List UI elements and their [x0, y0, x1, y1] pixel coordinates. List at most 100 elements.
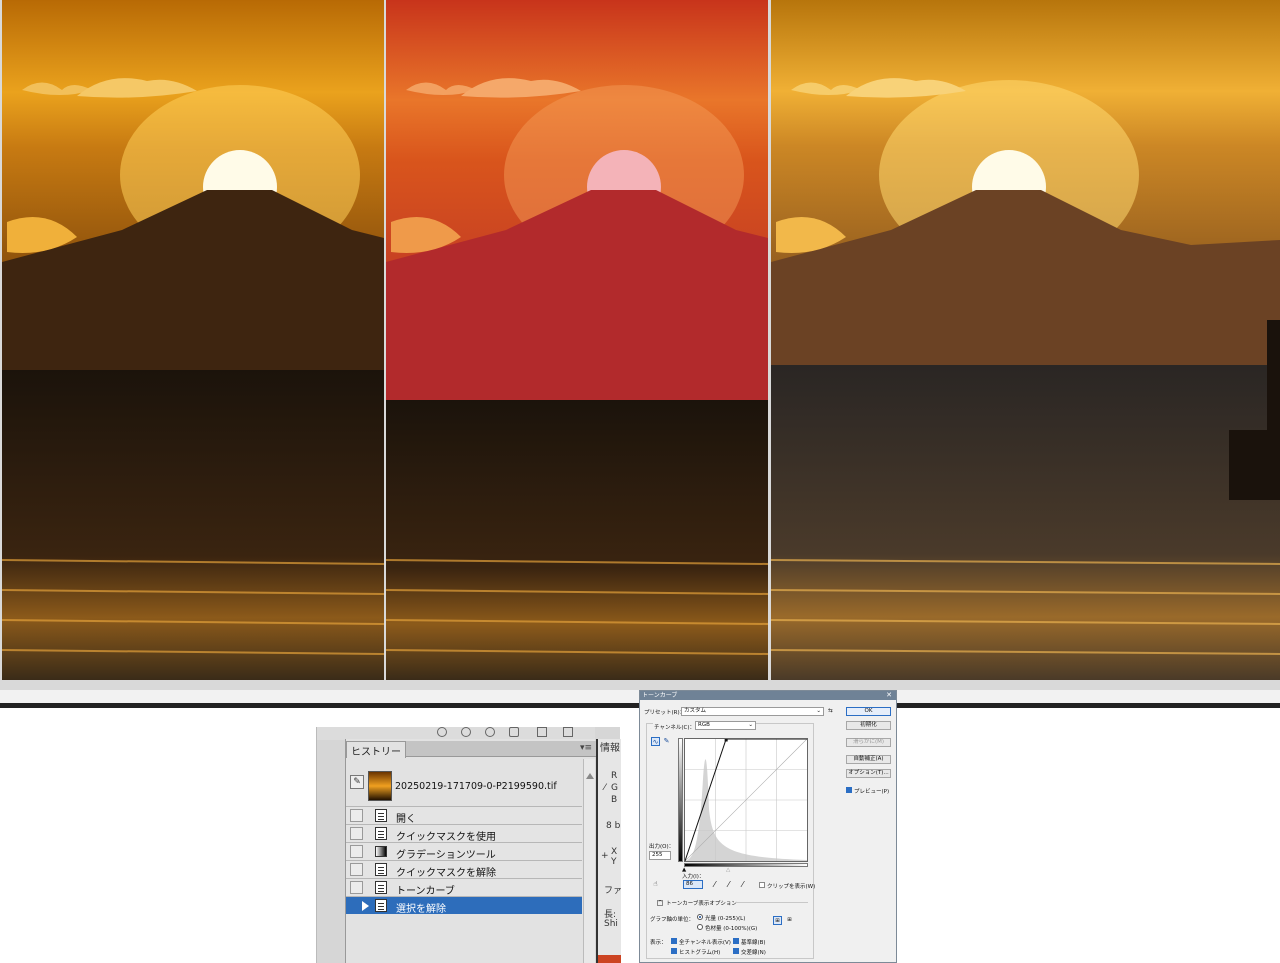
history-brush-icon[interactable]: ✎: [350, 775, 364, 789]
radio-light[interactable]: [697, 914, 703, 920]
current-state-marker-icon: [362, 901, 369, 911]
preset-value: カスタム: [684, 708, 707, 714]
dialog-title-bar: トーンカーブ ✕: [640, 691, 896, 700]
close-icon[interactable]: ✕: [886, 691, 892, 700]
snapshot-thumbnail: [368, 771, 392, 801]
preview-checkbox[interactable]: [846, 787, 852, 793]
smooth-button[interactable]: 滑らかに(M): [846, 738, 891, 747]
black-eyedropper-icon[interactable]: ⁄: [714, 880, 721, 889]
histogram-checkbox[interactable]: [671, 948, 677, 954]
panel-bottom-strip: [598, 955, 621, 963]
photo-comparison-strip: [0, 0, 1280, 690]
tab-history[interactable]: ヒストリー: [346, 741, 406, 758]
history-brush-source-checkbox[interactable]: [350, 827, 363, 840]
document-icon: [375, 827, 387, 840]
channel-value: RGB: [698, 722, 710, 728]
history-item-exit-quick-mask[interactable]: クイックマスクを解除: [346, 860, 582, 879]
dialog-title: トーンカーブ: [642, 692, 678, 699]
gray-eyedropper-icon[interactable]: ⁄: [728, 880, 735, 889]
preset-select[interactable]: カスタム ⌄: [681, 707, 824, 716]
history-brush-source-checkbox[interactable]: [350, 845, 363, 858]
tone-curve-graph[interactable]: [684, 738, 808, 862]
input-field[interactable]: 86: [683, 880, 703, 889]
white-eyedropper-icon[interactable]: ⁄: [742, 880, 749, 889]
history-panel: ヒストリー ▾≡ ✎ 20250219-171709-0-P2199590.ti…: [316, 727, 621, 963]
grid-simple-icon[interactable]: ⊞: [773, 916, 782, 925]
photo-quick-mask-gradient: [386, 0, 768, 680]
history-item-use-quick-mask[interactable]: クイックマスクを使用: [346, 824, 582, 843]
output-gradient-bar: [678, 738, 683, 862]
output-label: 出力(O)：: [649, 844, 675, 850]
info-shift: Shi: [604, 919, 618, 929]
history-item-tone-curve[interactable]: トーンカーブ: [346, 878, 582, 897]
tab-info[interactable]: 情報: [600, 739, 620, 754]
channel-select[interactable]: RGB ⌄: [695, 721, 756, 730]
trash-icon[interactable]: [563, 727, 573, 737]
circle-outline-icon[interactable]: [485, 727, 495, 737]
history-list-area: ヒストリー ▾≡ ✎ 20250219-171709-0-P2199590.ti…: [345, 739, 596, 963]
curve-point[interactable]: [724, 739, 728, 742]
hand-adjust-icon[interactable]: ☝: [651, 880, 660, 889]
info-y: Y: [611, 857, 617, 867]
info-panel: 情報 R ⁄ G B 8 b + X Y ファ 長: Shi: [596, 739, 621, 963]
channel-overlay-label: 全チャンネル表示(V): [679, 940, 731, 946]
history-brush-source-checkbox[interactable]: [350, 881, 363, 894]
eyedropper-icon: ⁄: [604, 783, 606, 793]
channel-overlay-checkbox[interactable]: [671, 938, 677, 944]
new-document-icon[interactable]: [537, 727, 547, 737]
options-button[interactable]: オプション(T)...: [846, 769, 891, 778]
ok-button[interactable]: OK: [846, 707, 891, 716]
radio-pigment[interactable]: [697, 924, 703, 930]
tone-curve-dialog: トーンカーブ ✕ プリセット(R)： カスタム ⌄ ⇆ OK 初期化 滑らかに(…: [639, 690, 897, 963]
channel-label: チャンネル(C)：: [653, 723, 696, 731]
reset-button[interactable]: 初期化: [846, 721, 891, 730]
shape-icon[interactable]: [509, 727, 519, 737]
curve-point-tool-icon[interactable]: ∿: [651, 737, 660, 746]
info-file: ファ: [604, 886, 621, 896]
output-field[interactable]: 255: [649, 851, 671, 860]
preset-label: プリセット(R)：: [644, 710, 686, 716]
chevron-down-icon: ⌄: [748, 722, 753, 728]
preview-label: プレビュー(P): [854, 789, 890, 795]
white-point-slider-icon[interactable]: △: [726, 867, 730, 873]
history-brush-source-checkbox[interactable]: [350, 863, 363, 876]
baseline-checkbox[interactable]: [733, 938, 739, 944]
document-icon: [375, 863, 387, 876]
chevron-down-icon: ⌄: [816, 708, 821, 714]
panel-menu-icon[interactable]: ▾≡: [580, 743, 592, 753]
scroll-up-arrow-icon[interactable]: [586, 773, 594, 779]
panel-tab-bar: ヒストリー ▾≡: [346, 741, 596, 758]
document-icon: [375, 809, 387, 822]
circle-outline-icon[interactable]: [461, 727, 471, 737]
gradient-icon: [375, 846, 387, 857]
grid-detailed-icon[interactable]: ⊞: [785, 916, 794, 925]
collapse-toggle-icon[interactable]: ^: [657, 900, 663, 906]
info-r: R: [611, 771, 618, 781]
photo-tone-curve-result: [771, 0, 1280, 680]
input-label: 入力(I)：: [682, 874, 705, 880]
pencil-icon[interactable]: ✎: [662, 737, 671, 746]
snapshot-label: 20250219-171709-0-P2199590.tif: [395, 781, 557, 792]
document-icon: [375, 899, 387, 912]
history-item-open[interactable]: 開く: [346, 806, 582, 825]
history-item-label: グラデーションツール: [396, 850, 496, 861]
history-item-label: トーンカーブ: [396, 886, 455, 897]
divider: [735, 902, 808, 903]
history-scrollbar[interactable]: [583, 759, 595, 963]
radio-light-label: 光量 (0-255)(L): [705, 916, 746, 922]
history-item-deselect[interactable]: 選択を解除: [346, 896, 582, 915]
intersection-checkbox[interactable]: [733, 948, 739, 954]
history-brush-source-checkbox[interactable]: [350, 809, 363, 822]
input-gradient-bar: [684, 863, 808, 867]
history-snapshot[interactable]: ✎ 20250219-171709-0-P2199590.tif: [346, 759, 582, 803]
circle-icon[interactable]: [437, 727, 447, 737]
show-clipping-checkbox[interactable]: [759, 882, 765, 888]
history-item-gradient-tool[interactable]: グラデーションツール: [346, 842, 582, 861]
preset-options-icon[interactable]: ⇆: [828, 708, 833, 714]
auto-button[interactable]: 自動補正(A): [846, 755, 891, 764]
history-item-label: クイックマスクを解除: [396, 868, 496, 879]
show-clipping-label: クリップを表示(W): [767, 884, 816, 890]
radio-pigment-label: 色材量 (0-100%)(G): [705, 926, 758, 932]
info-bit-depth: 8 b: [606, 821, 621, 831]
history-item-label: クイックマスクを使用: [396, 832, 496, 843]
